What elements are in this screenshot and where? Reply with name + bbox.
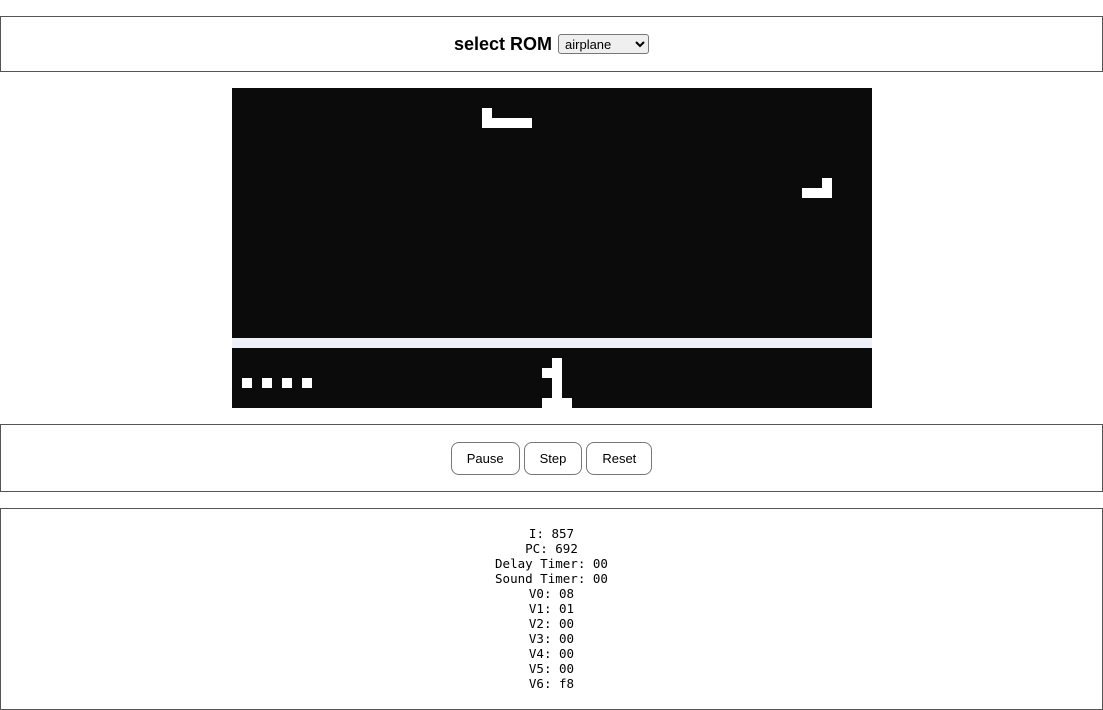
register-line: Sound Timer: 00 (495, 571, 608, 586)
register-line: PC: 692 (525, 541, 578, 556)
register-name: V2 (528, 616, 544, 631)
register-value: 01 (559, 601, 575, 616)
controls-panel: Pause Step Reset (0, 424, 1103, 492)
register-line: V0: 08 (528, 586, 575, 601)
rom-select-label: select ROM (453, 33, 553, 54)
step-button[interactable]: Step (523, 441, 583, 475)
pause-button[interactable]: Pause (450, 441, 520, 475)
register-value: 00 (559, 631, 575, 646)
register-value: f8 (559, 676, 575, 691)
rom-selector-row: select ROM airplane (1, 17, 1102, 71)
score-digit-base (542, 398, 572, 408)
register-line: V4: 00 (528, 646, 575, 661)
register-name: V6 (528, 676, 544, 691)
life-marker (262, 378, 272, 388)
register-name: V3 (528, 631, 544, 646)
register-line: V5: 00 (528, 661, 575, 676)
life-marker (302, 378, 312, 388)
chip8-display (232, 88, 872, 408)
register-name: PC (525, 541, 541, 556)
controls-row: Pause Step Reset (1, 425, 1102, 491)
reset-button[interactable]: Reset (586, 441, 653, 475)
register-value: 00 (592, 571, 608, 586)
life-marker (282, 378, 292, 388)
register-value: 00 (592, 556, 608, 571)
register-value: 692 (555, 541, 578, 556)
register-value: 00 (559, 661, 575, 676)
register-line: V6: f8 (528, 676, 575, 691)
register-list: I: 857 PC: 692 Delay Timer: 00 Sound Timer:… (1, 509, 1102, 691)
register-line: V1: 01 (528, 601, 575, 616)
airplane-sprite-2-body (802, 188, 832, 198)
rom-select[interactable]: airplane (558, 34, 650, 54)
ground-band (232, 338, 872, 348)
register-value: 00 (559, 616, 575, 631)
register-line: V3: 00 (528, 631, 575, 646)
register-value: 08 (559, 586, 575, 601)
register-line: I: 857 (528, 526, 575, 541)
register-name: V1 (528, 601, 544, 616)
register-value: 857 (551, 526, 575, 541)
score-digit-flag (542, 368, 552, 378)
register-line: V2: 00 (528, 616, 575, 631)
register-name: V5 (528, 661, 544, 676)
register-name: Sound Timer (495, 571, 578, 586)
life-marker (242, 378, 252, 388)
register-name: V0 (528, 586, 544, 601)
register-name: V4 (528, 646, 544, 661)
register-line: Delay Timer: 00 (495, 556, 608, 571)
register-value: 00 (559, 646, 575, 661)
register-name: Delay Timer (495, 556, 578, 571)
rom-selector-panel: select ROM airplane (0, 16, 1103, 72)
airplane-sprite-body (482, 118, 532, 128)
